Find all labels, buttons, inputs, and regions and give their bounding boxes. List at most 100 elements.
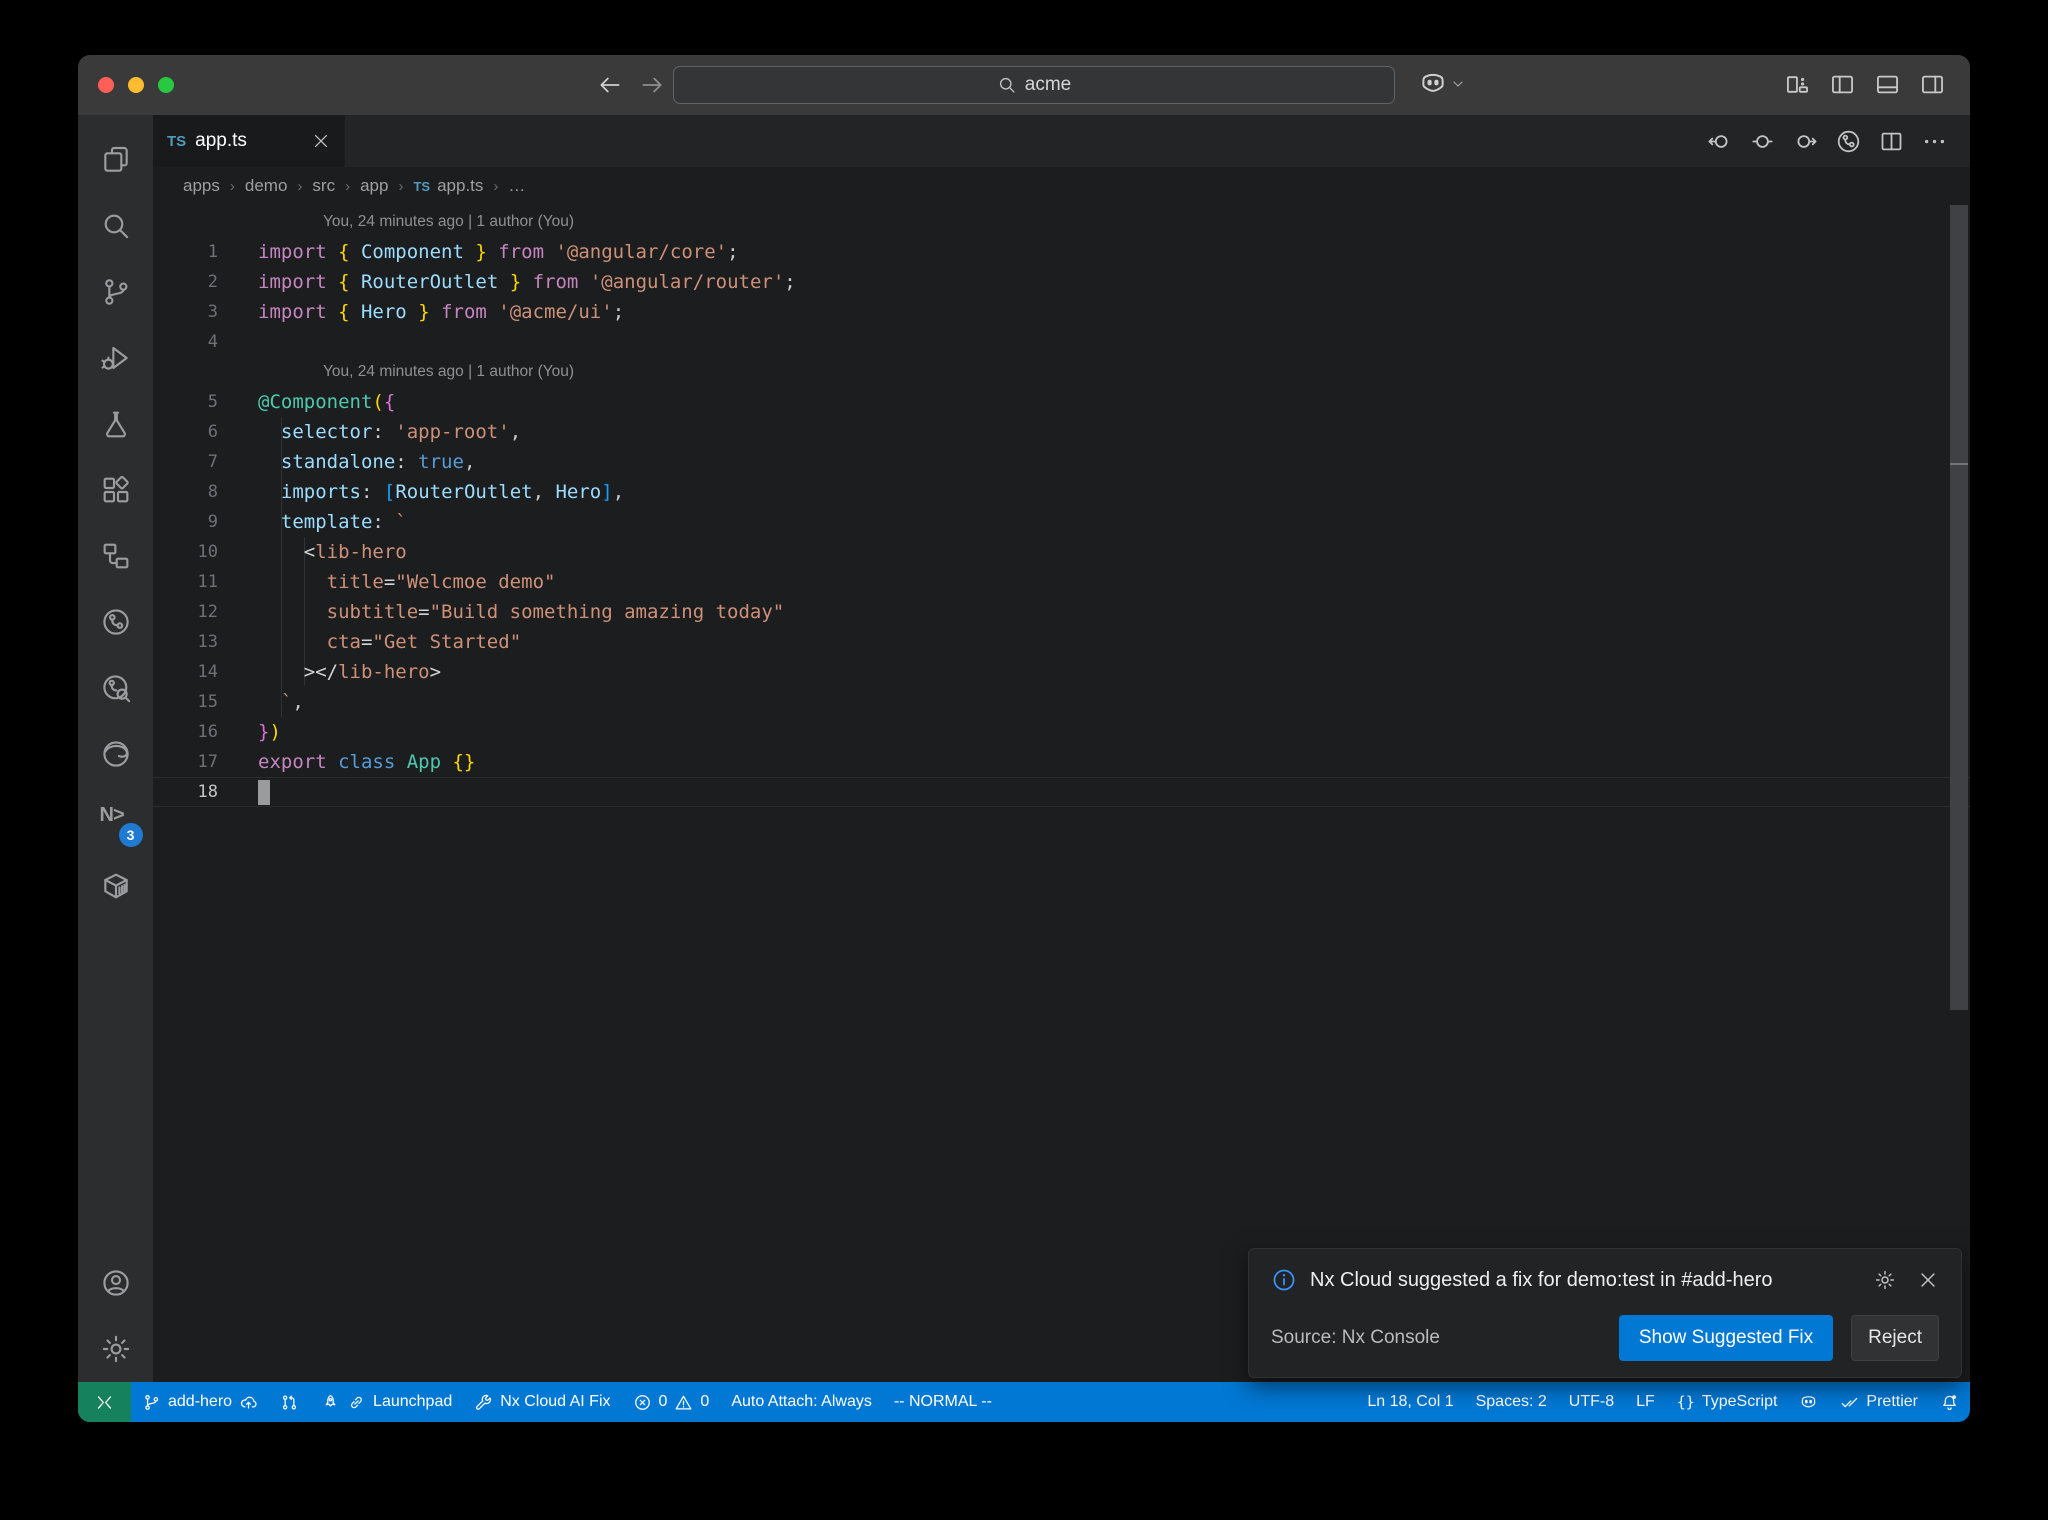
editor-actions (1706, 115, 1970, 167)
status-label: 0 (658, 1393, 668, 1410)
more-actions-icon[interactable] (1921, 128, 1948, 155)
status-launchpad[interactable]: Launchpad (310, 1382, 463, 1422)
tab-app-ts[interactable]: TS app.ts (153, 115, 345, 167)
nav-forward-icon[interactable] (1792, 128, 1819, 155)
code-line-15: 15 `, (153, 687, 1970, 717)
code-line-4: 4 (153, 327, 1970, 357)
breadcrumb-item-demo[interactable]: demo (245, 176, 288, 196)
edge-tools-icon (100, 738, 132, 770)
rocket-icon (321, 1393, 340, 1412)
activity-item-gitlens-inspect[interactable] (87, 655, 145, 721)
activity-item-project-graph[interactable] (87, 523, 145, 589)
activity-item-run-and-debug[interactable] (87, 325, 145, 391)
status-nx-cloud-ai-fix[interactable]: Nx Cloud AI Fix (463, 1382, 621, 1422)
search-icon (100, 210, 132, 242)
toggle-primary-sidebar-icon[interactable] (1829, 71, 1856, 98)
line-number: 3 (207, 302, 218, 322)
history-back-icon[interactable] (597, 72, 623, 98)
activity-item-search[interactable] (87, 193, 145, 259)
bell-dot-icon (1940, 1393, 1959, 1412)
tab-bar: TS app.ts (153, 115, 1970, 167)
status-eol[interactable]: LF (1625, 1382, 1666, 1422)
activity-badge: 3 (118, 823, 143, 847)
history-forward-icon[interactable] (639, 72, 665, 98)
activity-item-settings[interactable] (87, 1316, 145, 1382)
breadcrumb-item-app-ts[interactable]: TS app.ts (413, 176, 483, 196)
status-indentation[interactable]: Spaces: 2 (1465, 1382, 1558, 1422)
activity-item-testing[interactable] (87, 391, 145, 457)
status-auto-attach[interactable]: Auto Attach: Always (720, 1382, 883, 1422)
breadcrumb-item-app[interactable]: app (360, 176, 388, 196)
activity-item-containers[interactable] (87, 853, 145, 919)
source-control-icon (100, 276, 132, 308)
nav-current-icon[interactable] (1749, 128, 1776, 155)
info-icon (1271, 1267, 1297, 1293)
code-text: import { RouterOutlet } from '@angular/r… (258, 271, 796, 293)
code-line-18: 18 (153, 777, 1970, 807)
status-prettier[interactable]: Prettier (1829, 1382, 1929, 1422)
status-copilot-status[interactable] (1788, 1382, 1829, 1422)
status-git-branch[interactable]: add-hero (131, 1382, 269, 1422)
codelens-annotation[interactable]: You, 24 minutes ago | 1 author (You) (323, 363, 574, 381)
command-center-search[interactable]: acme (673, 66, 1395, 104)
run-and-debug-icon (100, 342, 132, 374)
code-editor[interactable]: You, 24 minutes ago | 1 author (You) 1 imp… (153, 205, 1970, 1382)
line-number: 6 (207, 422, 218, 442)
code-text: < lib-hero (303, 541, 407, 563)
status-bar: add-hero Launchpad Nx Cloud AI Fix 0 0 Auto A… (78, 1382, 1970, 1422)
activity-item-accounts[interactable] (87, 1250, 145, 1316)
line-number: 7 (207, 452, 218, 472)
status-encoding[interactable]: UTF-8 (1558, 1382, 1625, 1422)
activity-item-source-control[interactable] (87, 259, 145, 325)
extensions-icon (100, 474, 132, 506)
nav-back-icon[interactable] (1706, 128, 1733, 155)
activity-item-explorer[interactable] (87, 127, 145, 193)
wrench-icon (474, 1393, 493, 1412)
code-line-11: 11 title = "Welcmoe demo" (153, 567, 1970, 597)
activity-item-extensions[interactable] (87, 457, 145, 523)
zoom-window-button[interactable] (158, 77, 174, 93)
window-controls (98, 77, 174, 93)
breadcrumb-overflow[interactable]: … (508, 176, 525, 196)
code-line-6: 6 selector: 'app-root', (153, 417, 1970, 447)
commit-graph-icon[interactable] (1835, 128, 1862, 155)
status-problems[interactable]: 00 (622, 1382, 721, 1422)
status-vim-mode[interactable]: -- NORMAL -- (883, 1382, 1003, 1422)
status-label: Launchpad (373, 1393, 453, 1410)
vscode-window: acme N> 3 TS app.ts apps › demo › src › … (78, 55, 1970, 1422)
compare-icon (280, 1393, 299, 1412)
toggle-panel-icon[interactable] (1874, 71, 1901, 98)
customize-layout-icon[interactable] (1784, 71, 1811, 98)
code-line-13: 13 cta = "Get Started" (153, 627, 1970, 657)
split-editor-icon[interactable] (1878, 128, 1905, 155)
editor-group: TS app.ts apps › demo › src › app › TS app.ts › … Y… (153, 115, 1970, 1382)
code-text: selector: 'app-root', (280, 421, 522, 443)
minimize-window-button[interactable] (128, 77, 144, 93)
reject-button[interactable]: Reject (1851, 1315, 1939, 1361)
tab-close-icon[interactable] (311, 131, 331, 151)
activity-item-edge-tools[interactable] (87, 721, 145, 787)
status-language-mode[interactable]: {} TypeScript (1666, 1382, 1789, 1422)
line-number: 18 (197, 782, 218, 802)
status-gitlens-compare[interactable] (269, 1382, 310, 1422)
notification-settings-icon[interactable] (1874, 1269, 1896, 1291)
code-text: ></lib-hero > (303, 661, 442, 683)
notification-close-icon[interactable] (1917, 1269, 1939, 1291)
status-cursor-position[interactable]: Ln 18, Col 1 (1356, 1382, 1464, 1422)
status-notifications-bell[interactable] (1929, 1382, 1970, 1422)
toggle-secondary-sidebar-icon[interactable] (1919, 71, 1946, 98)
status-remote-indicator[interactable] (78, 1382, 131, 1422)
code-line-8: 8 imports: [RouterOutlet, Hero], (153, 477, 1970, 507)
activity-item-commit-graph[interactable] (87, 589, 145, 655)
line-number: 16 (197, 722, 218, 742)
vertical-scrollbar[interactable] (1950, 205, 1968, 1010)
gitlens-inspect-icon (100, 672, 132, 704)
close-window-button[interactable] (98, 77, 114, 93)
breadcrumb-item-apps[interactable]: apps (183, 176, 220, 196)
activity-item-nx-console[interactable]: N> 3 (87, 787, 145, 853)
breadcrumb-item-src[interactable]: src (312, 176, 335, 196)
codelens-annotation[interactable]: You, 24 minutes ago | 1 author (You) (323, 213, 574, 231)
copilot-menu-button[interactable] (1418, 69, 1466, 99)
show-suggested-fix-button[interactable]: Show Suggested Fix (1618, 1315, 1834, 1361)
breadcrumb-separator: › (398, 177, 404, 195)
